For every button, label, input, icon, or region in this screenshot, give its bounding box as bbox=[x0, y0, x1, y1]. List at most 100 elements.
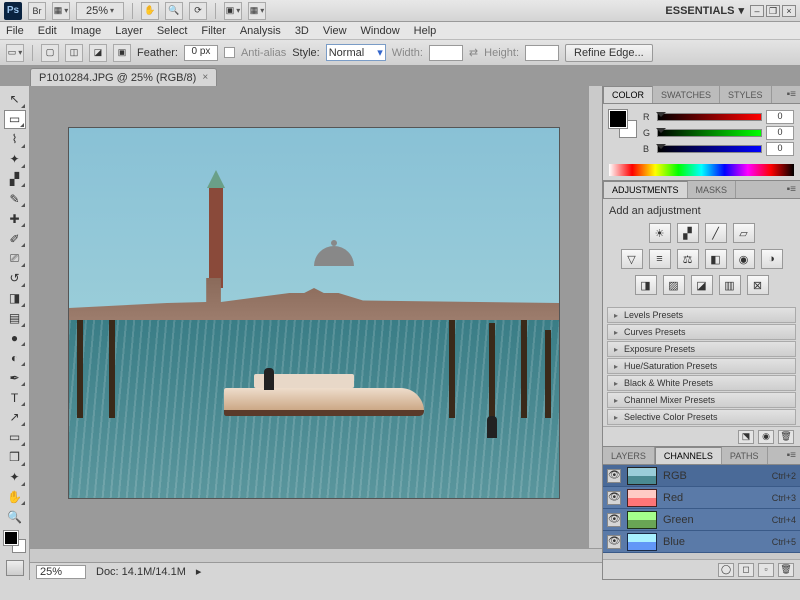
menu-file[interactable]: File bbox=[6, 25, 24, 37]
delete-channel-icon[interactable]: 🗑 bbox=[778, 563, 794, 577]
selective-icon[interactable]: ⊠ bbox=[747, 275, 769, 295]
type-tool[interactable]: T bbox=[4, 388, 26, 407]
marquee-tool[interactable]: ▭ bbox=[4, 110, 26, 129]
menu-select[interactable]: Select bbox=[157, 25, 188, 37]
threshold-icon[interactable]: ◪ bbox=[691, 275, 713, 295]
selection-new-icon[interactable]: ▢ bbox=[41, 44, 59, 62]
tab-layers[interactable]: LAYERS bbox=[603, 447, 655, 464]
eyedropper-tool[interactable]: ✎ bbox=[4, 189, 26, 208]
tab-masks[interactable]: MASKS bbox=[688, 181, 737, 198]
mixer-icon[interactable]: ◑ bbox=[761, 249, 783, 269]
levels-icon[interactable]: ▞ bbox=[677, 223, 699, 243]
status-menu-icon[interactable]: ▸ bbox=[196, 565, 202, 578]
style-dropdown[interactable]: Normal▾ bbox=[326, 44, 386, 61]
heal-tool[interactable]: ✚ bbox=[4, 209, 26, 228]
selection-intersect-icon[interactable]: ▣ bbox=[113, 44, 131, 62]
feather-field[interactable]: 0 px bbox=[184, 45, 218, 61]
zoom-dropdown[interactable]: 25% bbox=[76, 2, 124, 20]
menu-image[interactable]: Image bbox=[71, 25, 102, 37]
visibility-icon[interactable]: 👁 bbox=[607, 513, 621, 527]
posterize-icon[interactable]: ▨ bbox=[663, 275, 685, 295]
gradient-map-icon[interactable]: ▥ bbox=[719, 275, 741, 295]
refine-edge-button[interactable]: Refine Edge... bbox=[565, 44, 653, 62]
visibility-icon[interactable]: 👁 bbox=[607, 469, 621, 483]
panel-menu-icon[interactable]: ▪≡ bbox=[787, 450, 796, 461]
close-tab-icon[interactable]: × bbox=[202, 72, 208, 83]
exposure-icon[interactable]: ▱ bbox=[733, 223, 755, 243]
path-tool[interactable]: ↗ bbox=[4, 408, 26, 427]
bridge-icon[interactable]: Br bbox=[28, 2, 46, 20]
menu-analysis[interactable]: Analysis bbox=[240, 25, 281, 37]
balance-icon[interactable]: ⚖ bbox=[677, 249, 699, 269]
arrange-docs-button[interactable]: ▦ bbox=[52, 2, 70, 20]
marquee-tool-preset[interactable]: ▭ bbox=[6, 44, 24, 62]
restore-button[interactable]: ❐ bbox=[766, 5, 780, 17]
move-tool[interactable]: ↖ bbox=[4, 90, 26, 109]
tab-adjustments[interactable]: ADJUSTMENTS bbox=[603, 181, 688, 198]
selection-add-icon[interactable]: ◫ bbox=[65, 44, 83, 62]
load-selection-icon[interactable]: ◯ bbox=[718, 563, 734, 577]
minimize-button[interactable]: – bbox=[750, 5, 764, 17]
brightness-icon[interactable]: ☀ bbox=[649, 223, 671, 243]
brush-tool[interactable]: ✐ bbox=[4, 229, 26, 248]
zoom-field[interactable]: 25% bbox=[36, 565, 86, 579]
hue-icon[interactable]: ≡ bbox=[649, 249, 671, 269]
color-picker-swatch[interactable] bbox=[609, 110, 637, 138]
menu-window[interactable]: Window bbox=[361, 25, 400, 37]
3d-tool[interactable]: ❒ bbox=[4, 448, 26, 467]
visibility-icon[interactable]: 👁 bbox=[607, 491, 621, 505]
spectrum-bar[interactable] bbox=[609, 164, 794, 176]
preset-levels[interactable]: Levels Presets bbox=[607, 307, 796, 323]
menu-edit[interactable]: Edit bbox=[38, 25, 57, 37]
menu-layer[interactable]: Layer bbox=[115, 25, 143, 37]
channel-red[interactable]: 👁RedCtrl+3 bbox=[603, 487, 800, 509]
tab-channels[interactable]: CHANNELS bbox=[655, 447, 722, 464]
wand-tool[interactable]: ✦ bbox=[4, 150, 26, 169]
menu-view[interactable]: View bbox=[323, 25, 347, 37]
color-swatch[interactable] bbox=[4, 531, 26, 553]
history-brush-tool[interactable]: ↺ bbox=[4, 269, 26, 288]
workspace-switcher[interactable]: ESSENTIALS▾ bbox=[665, 4, 744, 17]
photo-filter-icon[interactable]: ◉ bbox=[733, 249, 755, 269]
scrollbar-vertical[interactable] bbox=[588, 86, 602, 548]
close-button[interactable]: × bbox=[782, 5, 796, 17]
channel-green[interactable]: 👁GreenCtrl+4 bbox=[603, 509, 800, 531]
3dcam-tool[interactable]: ✦ bbox=[4, 468, 26, 487]
adj-clip-icon[interactable]: ◉ bbox=[758, 430, 774, 444]
preset-hue[interactable]: Hue/Saturation Presets bbox=[607, 358, 796, 374]
menu-3d[interactable]: 3D bbox=[295, 25, 309, 37]
r-slider[interactable] bbox=[657, 113, 762, 121]
rotate-icon[interactable]: ⟳ bbox=[189, 2, 207, 20]
pen-tool[interactable]: ✒ bbox=[4, 368, 26, 387]
g-slider[interactable] bbox=[657, 129, 762, 137]
tab-color[interactable]: COLOR bbox=[603, 86, 653, 103]
screen-mode-button[interactable]: ▣ bbox=[224, 2, 242, 20]
tab-styles[interactable]: STYLES bbox=[720, 86, 772, 103]
bw-icon[interactable]: ◧ bbox=[705, 249, 727, 269]
shape-tool[interactable]: ▭ bbox=[4, 428, 26, 447]
g-value[interactable]: 0 bbox=[766, 126, 794, 140]
dodge-tool[interactable]: ◐ bbox=[4, 348, 26, 367]
visibility-icon[interactable]: 👁 bbox=[607, 535, 621, 549]
extras-button[interactable]: ▦ bbox=[248, 2, 266, 20]
panel-menu-icon[interactable]: ▪≡ bbox=[787, 184, 796, 195]
selection-subtract-icon[interactable]: ◪ bbox=[89, 44, 107, 62]
channel-rgb[interactable]: 👁RGBCtrl+2 bbox=[603, 465, 800, 487]
stamp-tool[interactable]: ⎚ bbox=[4, 249, 26, 268]
panel-menu-icon[interactable]: ▪≡ bbox=[787, 89, 796, 100]
b-slider[interactable] bbox=[657, 145, 762, 153]
channel-blue[interactable]: 👁BlueCtrl+5 bbox=[603, 531, 800, 553]
adj-pin-icon[interactable]: ⬔ bbox=[738, 430, 754, 444]
new-channel-icon[interactable]: ▫ bbox=[758, 563, 774, 577]
preset-curves[interactable]: Curves Presets bbox=[607, 324, 796, 340]
hand-tool[interactable]: ✋ bbox=[4, 488, 26, 507]
save-selection-icon[interactable]: ◻ bbox=[738, 563, 754, 577]
app-icon[interactable]: Ps bbox=[4, 2, 22, 20]
document-canvas[interactable] bbox=[69, 128, 559, 498]
invert-icon[interactable]: ◨ bbox=[635, 275, 657, 295]
tab-swatches[interactable]: SWATCHES bbox=[653, 86, 720, 103]
eraser-tool[interactable]: ◨ bbox=[4, 289, 26, 308]
zoom-icon[interactable]: 🔍 bbox=[165, 2, 183, 20]
preset-mixer[interactable]: Channel Mixer Presets bbox=[607, 392, 796, 408]
b-value[interactable]: 0 bbox=[766, 142, 794, 156]
